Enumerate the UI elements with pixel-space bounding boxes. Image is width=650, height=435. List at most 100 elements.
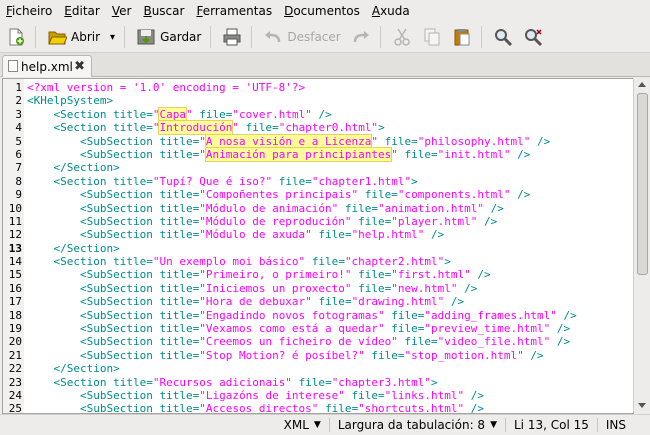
line-number: 6	[15, 147, 22, 161]
line-number: 13	[8, 241, 22, 255]
code-text: <Section title="Un exemplo moi básico" f…	[53, 255, 451, 269]
new-document-icon	[6, 27, 26, 47]
menu-mnemonic: B	[143, 4, 152, 18]
line-number: 25	[8, 402, 22, 414]
chevron-down-icon: ▼	[313, 420, 321, 430]
paste-button[interactable]	[448, 24, 476, 50]
line-number: 9	[15, 188, 22, 202]
scrollbar-thumb[interactable]	[637, 93, 648, 275]
undo-button[interactable]: Desfacer	[259, 24, 344, 50]
folder-open-icon	[47, 27, 68, 47]
code-text: </Section>	[53, 241, 120, 255]
copy-button[interactable]	[418, 24, 446, 50]
code-text: <SubSection title="Módulo de reprodución…	[79, 214, 498, 228]
code-line: 18 <SubSection title="Engadindo novos fo…	[3, 309, 633, 322]
code-line: 25 <SubSection title="Accesos directos" …	[3, 402, 633, 414]
find-replace-button[interactable]	[519, 24, 547, 50]
code-line: 5 <SubSection title="A nosa visión e a L…	[3, 133, 633, 149]
menu-item[interactable]: Buscar	[137, 0, 190, 22]
code-text: <Section title="Capa" file="cover.html" …	[53, 106, 332, 122]
close-tab-icon[interactable]: ✖	[74, 59, 85, 74]
menu-item[interactable]: Editar	[58, 0, 106, 22]
menu-item[interactable]: Ferramentas	[190, 0, 278, 22]
code-text: <SubSection title="Animación para princi…	[79, 146, 531, 162]
new-button[interactable]	[2, 24, 30, 50]
code-line: 17 <SubSection title="Hora de debuxar" f…	[3, 295, 633, 308]
menu-item[interactable]: Ver	[106, 0, 138, 22]
menu-label: xuda	[380, 4, 410, 18]
code-line: 4 <Section title="Introdución" file="cha…	[3, 120, 633, 136]
menu-item[interactable]: Ficheiro	[0, 0, 58, 22]
scroll-down-arrow-icon[interactable]	[638, 403, 646, 408]
code-text: <Section title="Recursos adicionais" fil…	[53, 375, 438, 389]
menu-label: erramentas	[202, 4, 273, 18]
code-line: 12 <SubSection title="Módulo de axuda" f…	[3, 228, 633, 241]
code-lines: 1 <?xml version = '1.0' encoding = 'UTF-8…	[3, 81, 633, 414]
language-selector[interactable]: XML ▼	[276, 418, 329, 432]
toolbar-separator	[124, 26, 126, 48]
code-text: <SubSection title="Accesos directos" fil…	[79, 402, 485, 414]
tab-width-label: Largura da tabulación: 8	[337, 418, 486, 432]
cut-button[interactable]	[388, 24, 416, 50]
print-button[interactable]	[218, 24, 246, 50]
line-number: 11	[8, 214, 22, 228]
cursor-position-label: Li 13, Col 15	[513, 418, 589, 432]
code-text: <SubSection title="Ligazóns de interese"…	[79, 388, 485, 402]
undo-icon	[263, 27, 283, 47]
code-text: <SubSection title="Iniciemos un proxecto…	[79, 281, 478, 295]
code-text: <SubSection title="Compoñentes principai…	[79, 188, 531, 202]
menubar: Ficheiro Editar Ver Buscar Ferramentas Docume…	[0, 0, 650, 22]
line-number: 16	[8, 281, 22, 295]
code-line: 6 <SubSection title="Animación para prin…	[3, 146, 633, 162]
menu-mnemonic: D	[284, 4, 294, 18]
vertical-scrollbar[interactable]	[633, 78, 649, 412]
redo-icon	[351, 27, 371, 47]
code-text: <SubSection title="Hora de debuxar" file…	[79, 295, 465, 309]
line-number: 12	[8, 228, 22, 242]
line-number: 21	[8, 348, 22, 362]
redo-button[interactable]	[347, 24, 375, 50]
code-line: 19 <SubSection title="Vexamos como está …	[3, 322, 633, 335]
code-line: 7 </Section>	[3, 161, 633, 174]
tab-help-xml[interactable]: help.xml ✖	[2, 55, 92, 77]
code-line: 15 <SubSection title="Primeiro, o primei…	[3, 268, 633, 281]
code-line: 8 <Section title="Tupí? Que é iso?" file…	[3, 175, 633, 188]
scroll-up-arrow-icon[interactable]	[638, 82, 646, 87]
line-number: 3	[15, 107, 22, 121]
code-text: </Section>	[53, 362, 120, 376]
printer-icon	[222, 27, 242, 47]
code-text: <SubSection title="Creemos un ficheiro d…	[79, 335, 571, 349]
language-label: XML	[283, 418, 309, 432]
code-line: 24 <SubSection title="Ligazóns de intere…	[3, 389, 633, 402]
menu-item[interactable]: Documentos	[278, 0, 366, 22]
code-line: 1 <?xml version = '1.0' encoding = 'UTF-8…	[3, 81, 633, 94]
code-line: 9 <SubSection title="Compoñentes princip…	[3, 188, 633, 201]
save-icon	[136, 27, 156, 47]
menu-mnemonic: E	[64, 4, 72, 18]
scissors-icon	[392, 27, 412, 47]
save-button[interactable]: Gardar	[132, 24, 205, 50]
open-button[interactable]: Abrir	[43, 24, 104, 50]
code-text: <SubSection title="Vexamos como está a q…	[79, 322, 571, 336]
code-text: </Section>	[53, 161, 120, 175]
text-editor[interactable]: 1 <?xml version = '1.0' encoding = 'UTF-8…	[2, 78, 634, 414]
menu-label: ditar	[71, 4, 100, 18]
open-recent-dropdown[interactable]: ▾	[106, 24, 119, 50]
document-tabbar: help.xml ✖	[0, 53, 650, 77]
chevron-down-icon: ▼	[490, 420, 497, 430]
line-number: 18	[8, 308, 22, 322]
code-text: <Section title="Introdución" file="chapt…	[53, 120, 385, 136]
code-text: <?xml version = '1.0' encoding = 'UTF-8'…	[27, 81, 306, 94]
code-line: 23 <Section title="Recursos adicionais" …	[3, 376, 633, 389]
line-number: 17	[8, 295, 22, 309]
code-line: 10 <SubSection title="Módulo de animació…	[3, 202, 633, 215]
code-text: <SubSection title="Primeiro, o primeiro!…	[79, 268, 491, 282]
undo-label: Desfacer	[287, 30, 341, 44]
code-line: 16 <SubSection title="Iniciemos un proxe…	[3, 282, 633, 295]
line-number: 4	[15, 121, 22, 135]
tab-width-selector[interactable]: Largura da tabulación: 8 ▼	[330, 418, 505, 432]
find-button[interactable]	[489, 24, 517, 50]
menu-item[interactable]: Axuda	[366, 0, 416, 22]
menu-mnemonic: A	[371, 4, 381, 18]
line-number: 23	[8, 375, 22, 389]
